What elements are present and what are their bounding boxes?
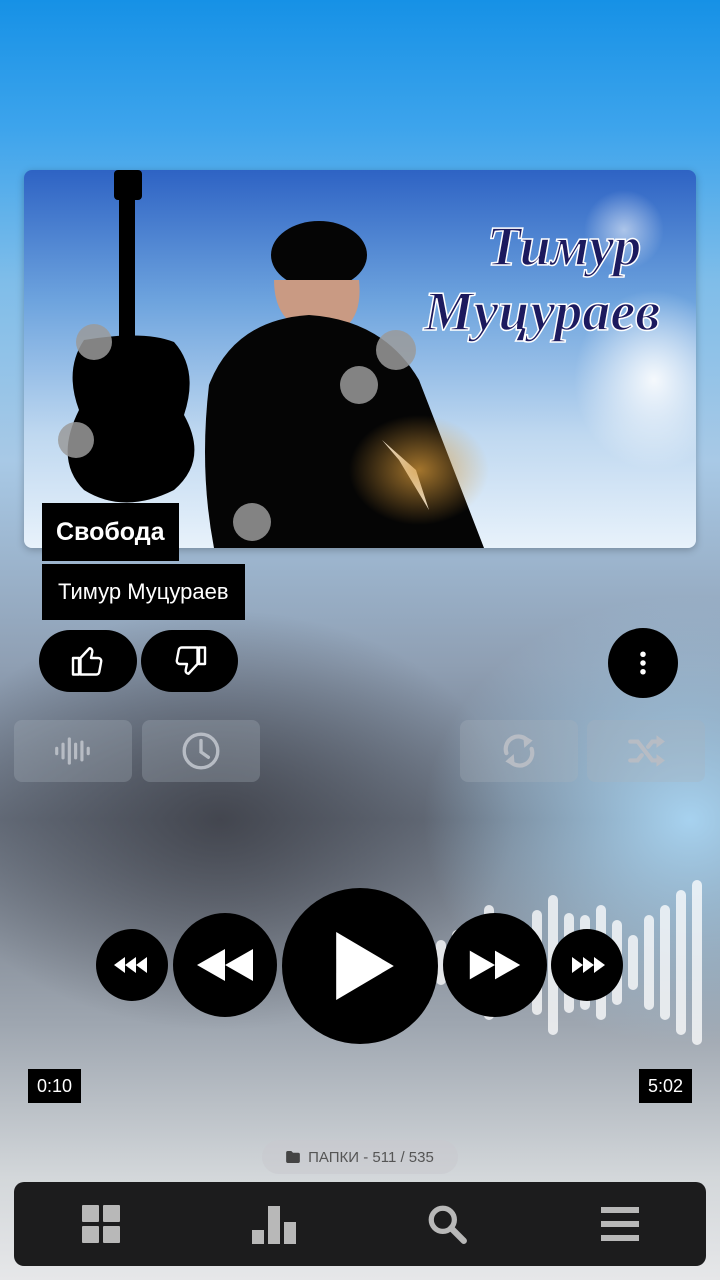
fast-rewind-icon [114,957,147,973]
shuffle-icon [628,735,665,767]
waveform-icon [55,737,90,765]
menu-icon [600,1207,639,1241]
nav-menu[interactable] [560,1182,680,1266]
like-button[interactable] [39,630,137,692]
skip-forward-icon [572,957,605,973]
folders-label: ПАПКИ - 511 / 535 [308,1148,434,1166]
shuffle-button[interactable] [587,720,705,782]
repeat-icon [503,734,535,768]
more-vertical-icon [640,651,646,675]
album-art: Тимур Муцураев [24,170,696,548]
more-options-button[interactable] [608,628,678,698]
rewind-icon [197,949,253,981]
seek-forward-button[interactable] [551,929,623,1001]
fast-forward-icon [469,950,521,980]
thumbs-down-icon [175,646,206,675]
bottom-navigation [14,1182,706,1266]
thumbs-up-icon [71,647,103,676]
search-icon [428,1205,467,1244]
track-artist[interactable]: Тимур Муцураев [42,564,245,620]
dislike-button[interactable] [141,630,238,692]
next-button[interactable] [443,913,547,1017]
seek-back-button[interactable] [96,929,168,1001]
equalizer-button[interactable] [14,720,132,782]
art-caption-line1: Тимур [487,216,642,278]
previous-button[interactable] [173,913,277,1017]
bar-chart-icon [251,1206,296,1244]
nav-library[interactable] [41,1182,161,1266]
total-duration: 5:02 [638,1069,692,1103]
play-icon [336,932,394,1000]
folder-icon [286,1151,300,1163]
elapsed-time: 0:10 [28,1069,82,1103]
grid-icon [81,1205,120,1243]
art-caption-line2: Муцураев [423,281,660,343]
clock-icon [182,732,220,770]
nav-stats[interactable] [214,1182,334,1266]
nav-search[interactable] [387,1182,507,1266]
repeat-button[interactable] [460,720,578,782]
folders-indicator[interactable]: ПАПКИ - 511 / 535 [262,1140,458,1174]
track-title: Свобода [42,503,179,561]
play-button[interactable] [282,888,438,1044]
sleep-timer-button[interactable] [142,720,260,782]
